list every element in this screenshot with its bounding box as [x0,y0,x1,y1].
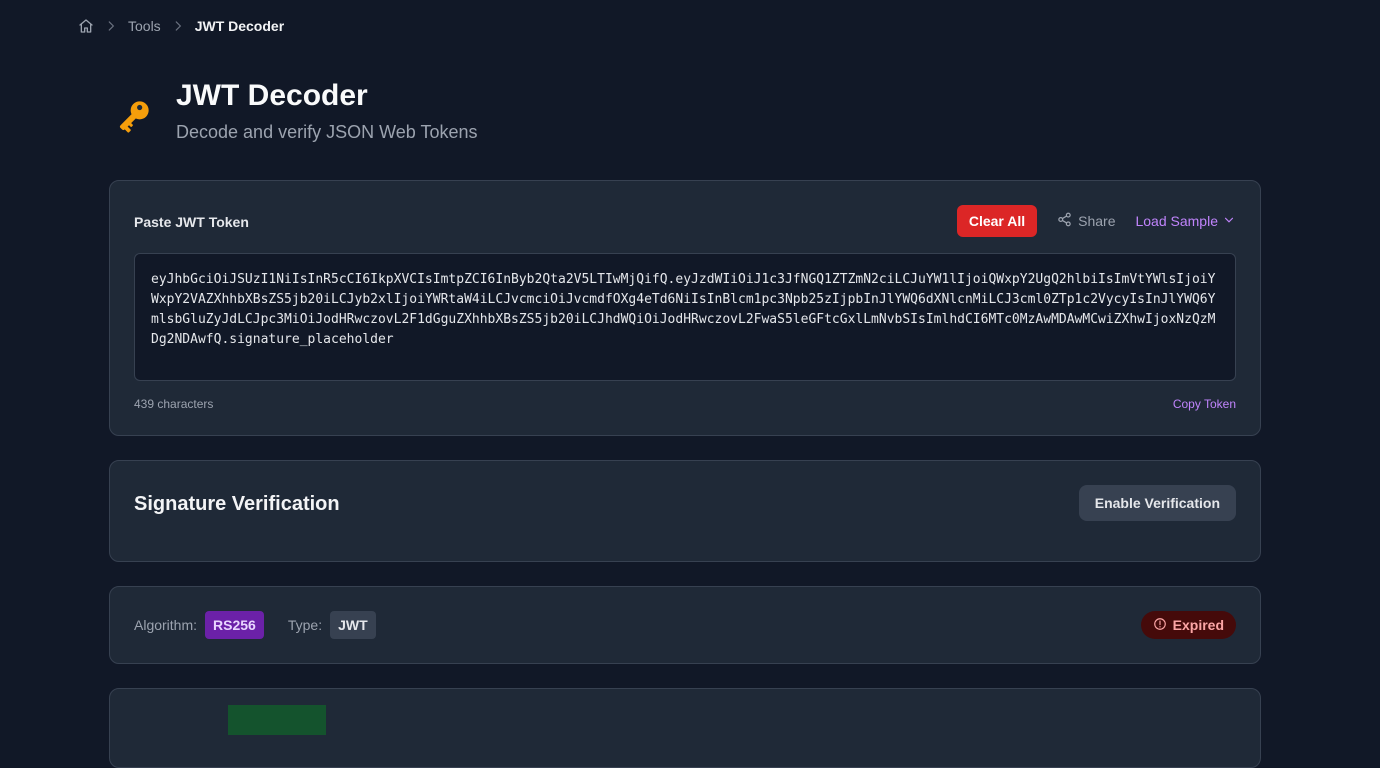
status-label: Expired [1172,617,1224,633]
breadcrumb-current: JWT Decoder [194,18,285,34]
alert-circle-icon [1153,617,1167,634]
home-icon[interactable] [78,18,94,34]
share-icon [1057,212,1072,230]
token-input-field[interactable]: eyJhbGciOiJSUzI1NiIsInR5cCI6IkpXVCIsImtp… [134,253,1236,381]
token-actions: Clear All Share Load Sample [956,205,1236,237]
token-input-label: Paste JWT Token [134,214,249,230]
share-label: Share [1078,213,1116,229]
page-title: JWT Decoder [176,79,368,112]
status-badge: Expired [1140,611,1236,639]
token-meta-row: Algorithm: RS256 Type: JWT [134,611,376,639]
section-tab[interactable] [228,705,326,735]
token-input-card: Paste JWT Token Clear All Share Load Sam… [109,180,1261,436]
token-meta-card: Algorithm: RS256 Type: JWT Expired [109,586,1261,664]
character-count: 439 characters [134,397,214,411]
enable-verification-button[interactable]: Enable Verification [1078,485,1236,521]
verification-title: Signature Verification [134,493,340,515]
load-sample-button[interactable]: Load Sample [1135,213,1236,230]
key-icon [112,94,156,138]
clear-all-button[interactable]: Clear All [956,205,1038,237]
chevron-right-icon [171,19,185,33]
breadcrumb: Tools JWT Decoder [78,17,284,35]
algorithm-badge: RS256 [205,611,264,639]
type-badge: JWT [330,611,376,639]
header-text: JWT Decoder Decode and verify JSON Web T… [176,78,477,143]
load-sample-label: Load Sample [1135,213,1218,229]
decoded-sections-card [109,688,1261,768]
type-label: Type: [287,617,323,633]
algorithm-label: Algorithm: [134,617,198,633]
chevron-down-icon [1222,213,1236,230]
copy-token-link[interactable]: Copy Token [1173,397,1236,411]
page-subtitle: Decode and verify JSON Web Tokens [176,122,478,142]
breadcrumb-tools[interactable]: Tools [128,18,161,34]
page-header: JWT Decoder Decode and verify JSON Web T… [112,78,477,143]
share-button[interactable]: Share [1057,212,1115,230]
chevron-right-icon [104,19,118,33]
signature-verification-card: Signature Verification Enable Verificati… [109,460,1261,562]
